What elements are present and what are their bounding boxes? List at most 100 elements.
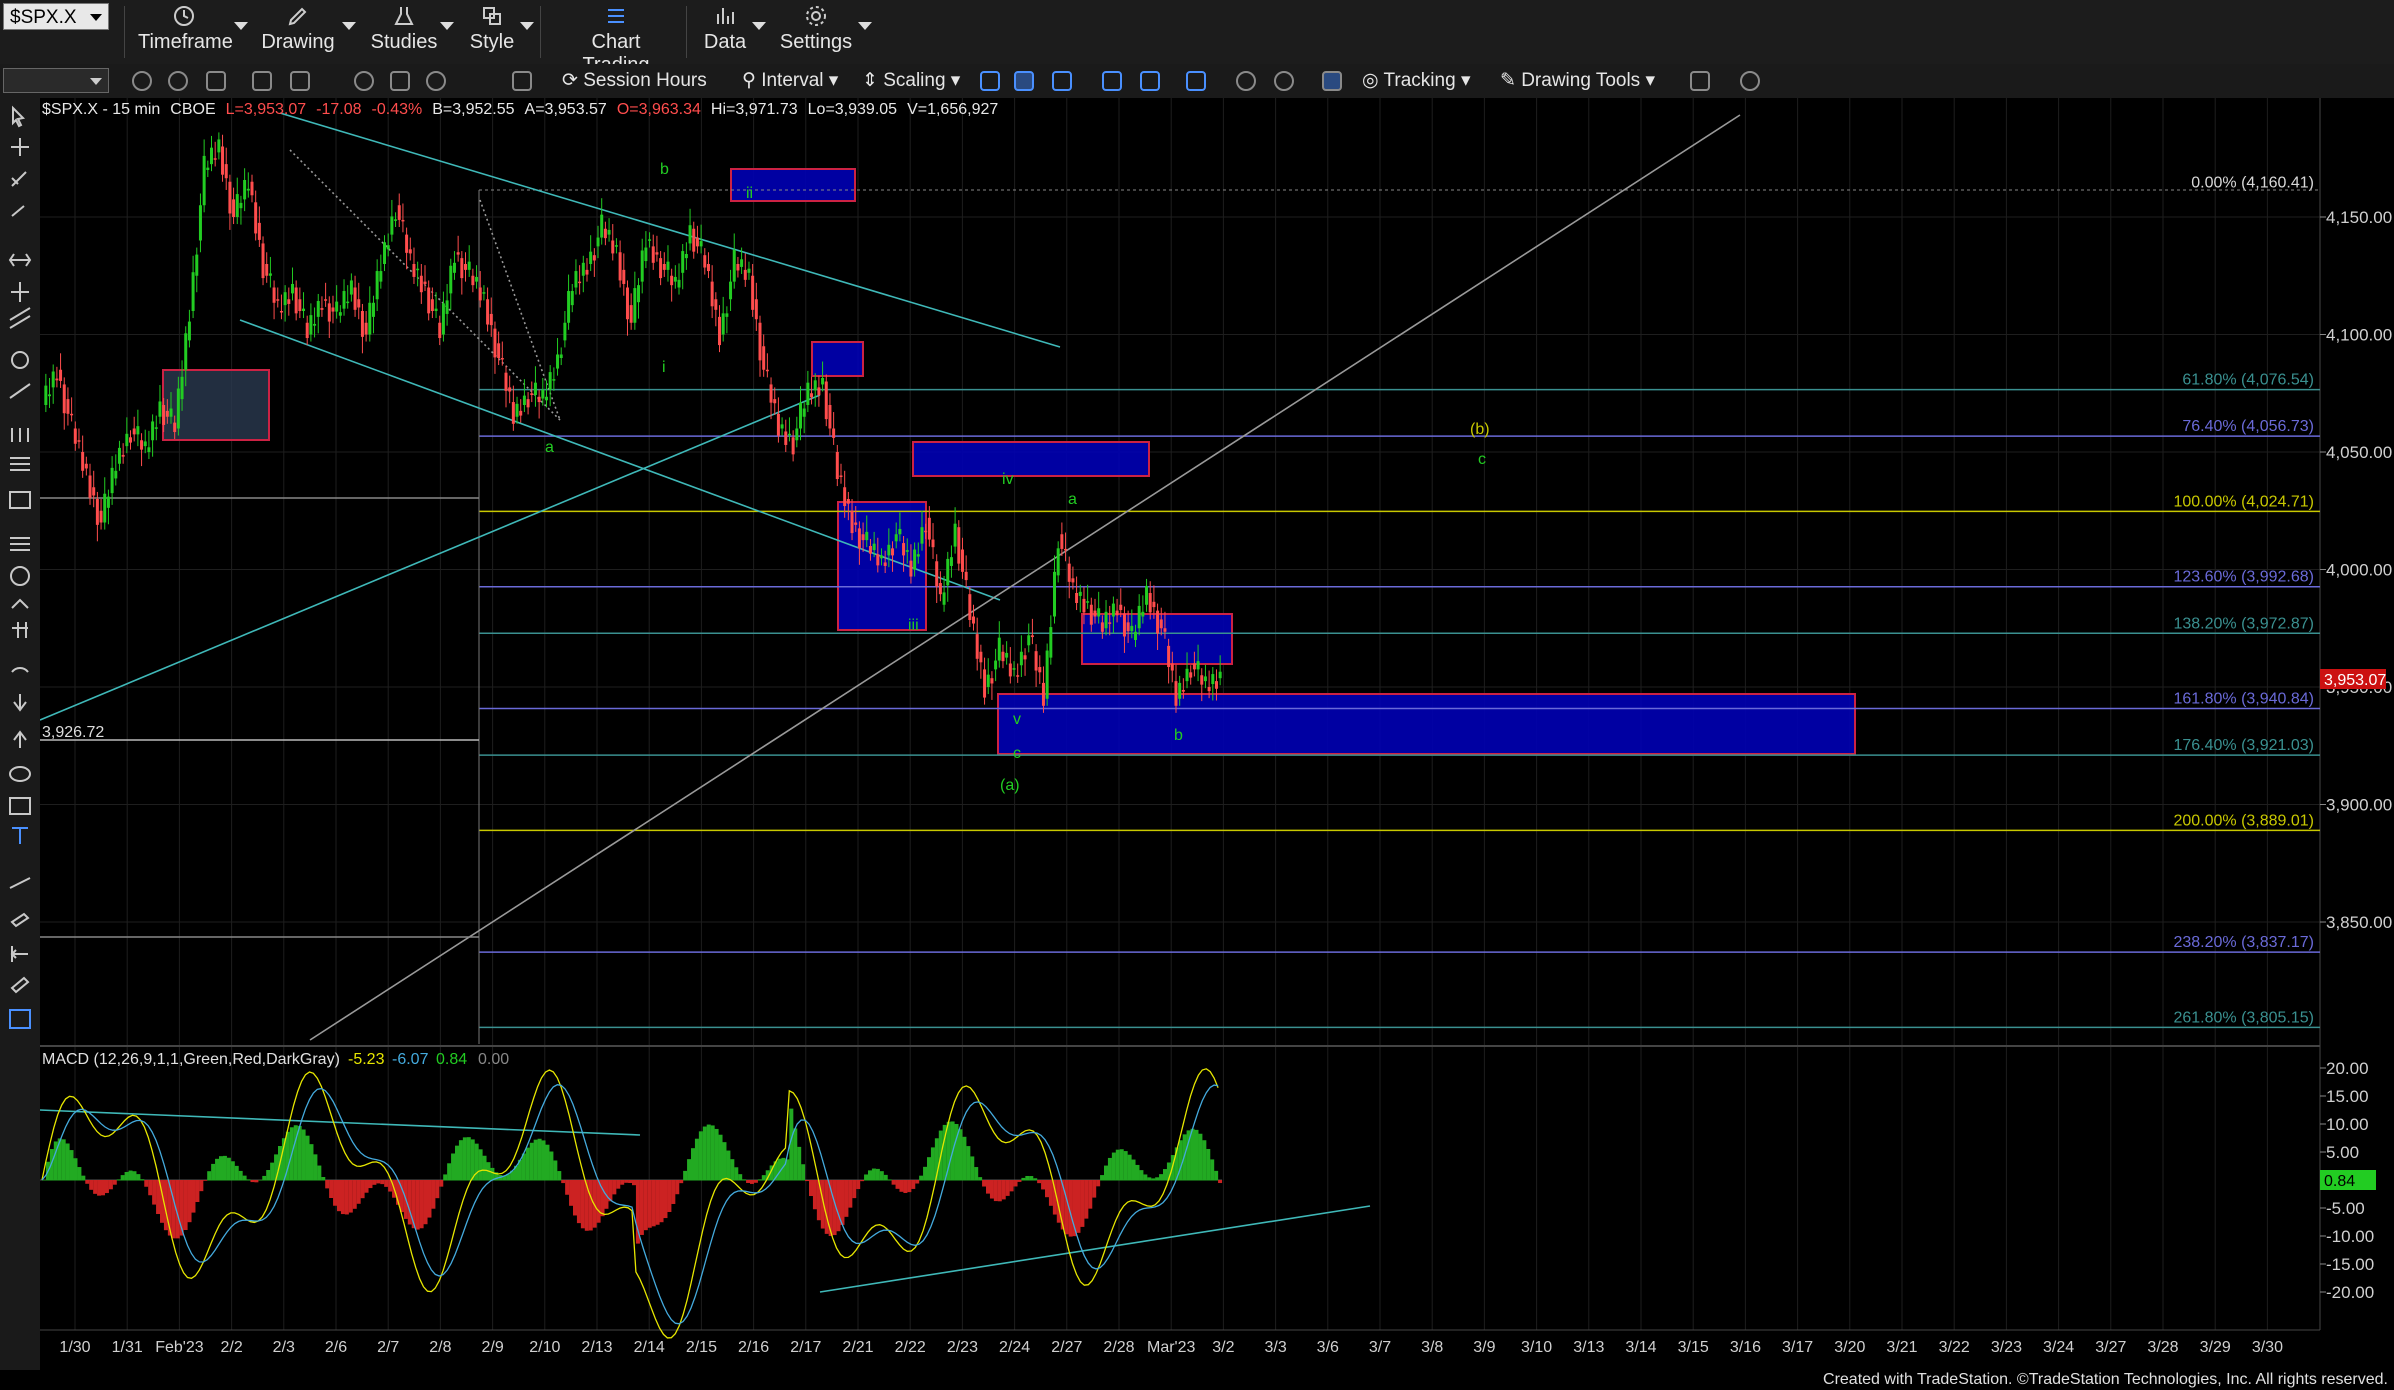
settings-menu[interactable]: Settings — [774, 0, 858, 64]
horizontal-line-icon[interactable] — [8, 253, 32, 267]
interval-button[interactable]: ⚲ Interval ▾ — [742, 64, 838, 98]
drawing-tools-button[interactable]: ✎ Drawing Tools ▾ — [1500, 64, 1655, 98]
zoom-in-icon[interactable] — [1236, 71, 1256, 91]
grid-icon[interactable] — [1322, 71, 1342, 91]
channel-icon[interactable] — [9, 307, 31, 329]
candle-body — [662, 264, 666, 270]
macd-histogram-bar — [93, 1180, 98, 1194]
candle-body — [909, 560, 913, 577]
link-icon[interactable] — [168, 71, 188, 91]
candle-body — [504, 372, 508, 391]
regression-icon[interactable] — [12, 622, 28, 638]
candle-body — [994, 660, 998, 670]
screenshot-icon[interactable] — [512, 71, 532, 91]
candle-body — [416, 268, 420, 271]
style-caret[interactable] — [520, 22, 534, 30]
fib-retracement-icon[interactable] — [10, 457, 30, 471]
zone-box-target[interactable] — [997, 693, 1856, 755]
candle-body — [721, 313, 725, 335]
drawing-menu[interactable]: Drawing — [258, 0, 338, 64]
crosshair-icon[interactable] — [11, 138, 29, 156]
ellipse-icon[interactable] — [9, 766, 31, 782]
search-symbol-icon[interactable] — [354, 71, 374, 91]
macd-histogram-bar — [1048, 1180, 1053, 1206]
candle-body — [261, 243, 265, 279]
speed-lines-icon[interactable] — [10, 537, 30, 551]
chart-trading-menu[interactable]: Chart Trading — [556, 0, 676, 76]
line-chart-icon[interactable] — [1052, 71, 1072, 91]
chevron-down-icon[interactable] — [90, 14, 102, 21]
data-caret[interactable] — [752, 22, 766, 30]
price-tick: 3,850.00 — [2326, 913, 2392, 932]
toolbar-divider — [540, 6, 541, 58]
macd-histogram-bar — [537, 1138, 542, 1181]
zoom-bars-icon[interactable] — [1102, 71, 1122, 91]
tracking-button[interactable]: ◎ Tracking ▾ — [1362, 64, 1471, 98]
fib-time-icon[interactable] — [11, 428, 29, 442]
cloud-icon[interactable] — [1740, 71, 1760, 91]
zoom-out-icon[interactable] — [1274, 71, 1294, 91]
scaling-button[interactable]: ⇕ Scaling ▾ — [862, 64, 960, 98]
style-menu[interactable]: Style — [462, 0, 522, 64]
refresh-icon[interactable] — [290, 71, 310, 91]
add-chart-icon[interactable] — [1690, 71, 1710, 91]
line-icon[interactable] — [11, 205, 25, 217]
window-icon[interactable] — [206, 71, 226, 91]
gann-fan-icon[interactable] — [11, 598, 29, 609]
arrow-up-icon[interactable] — [13, 730, 27, 748]
ray-icon[interactable] — [9, 383, 31, 399]
annotation-pen-icon[interactable] — [10, 976, 30, 994]
pointer-icon[interactable] — [12, 105, 26, 128]
left-level-label: 3,926.72 — [42, 724, 104, 741]
highlighter-icon[interactable] — [9, 877, 31, 889]
data-menu[interactable]: Data — [700, 0, 750, 64]
save-icon[interactable] — [390, 71, 410, 91]
session-hours-button[interactable]: ⟳ Session Hours — [562, 64, 707, 98]
candlestick-icon[interactable] — [1014, 71, 1034, 91]
fib-grid-icon[interactable] — [9, 491, 31, 509]
macd-histogram-bar — [1159, 1174, 1164, 1181]
candle-body — [434, 308, 438, 311]
bar-chart-icon[interactable] — [980, 71, 1000, 91]
candle-body — [62, 384, 66, 414]
text-box-icon[interactable] — [9, 1009, 31, 1029]
text-icon[interactable] — [12, 827, 28, 844]
expand-bars-icon[interactable] — [1140, 71, 1160, 91]
candle-body — [302, 308, 306, 311]
symbol-input[interactable]: $SPX.X — [3, 3, 109, 30]
candle-body — [692, 228, 696, 252]
candle-body — [1053, 571, 1057, 617]
time-tick: 3/10 — [1521, 1339, 1552, 1356]
magnify-icon[interactable] — [426, 71, 446, 91]
macd-tick: -10.00 — [2326, 1227, 2374, 1246]
arrow-down-icon[interactable] — [13, 694, 27, 712]
candle-body — [1097, 608, 1101, 617]
studies-caret[interactable] — [440, 22, 454, 30]
studies-menu[interactable]: Studies — [364, 0, 444, 64]
macd-histogram-bar — [927, 1157, 931, 1181]
candle-body — [309, 315, 313, 335]
gann-icon[interactable] — [11, 351, 29, 369]
cycle-icon[interactable] — [10, 566, 30, 586]
zone-box[interactable] — [811, 341, 864, 377]
timeframe-caret[interactable] — [234, 22, 248, 30]
trendline-icon[interactable] — [11, 171, 27, 187]
link-icon[interactable] — [132, 71, 152, 91]
chevron-down-icon[interactable] — [90, 78, 102, 85]
price-chart[interactable]: 0.00% (4,160.41) 61.80% (4,076.54) 76.40% … — [40, 98, 2394, 1370]
eraser-icon[interactable] — [10, 912, 30, 928]
macd-histogram-bar — [1151, 1178, 1156, 1181]
template-icon[interactable] — [252, 71, 272, 91]
settings-caret[interactable] — [858, 22, 872, 30]
candle-body — [659, 258, 663, 279]
secondary-symbol-input[interactable] — [3, 68, 109, 93]
timeframe-menu[interactable]: Timeframe — [138, 0, 233, 64]
vertical-line-icon[interactable] — [11, 282, 29, 302]
scroll-icon[interactable] — [1186, 71, 1206, 91]
arc-icon[interactable] — [11, 667, 29, 673]
rectangle-icon[interactable] — [9, 797, 31, 815]
drawing-caret[interactable] — [342, 22, 356, 30]
offset-icon[interactable] — [10, 946, 28, 962]
zone-box-iv[interactable] — [912, 441, 1150, 477]
candle-body — [129, 437, 133, 443]
